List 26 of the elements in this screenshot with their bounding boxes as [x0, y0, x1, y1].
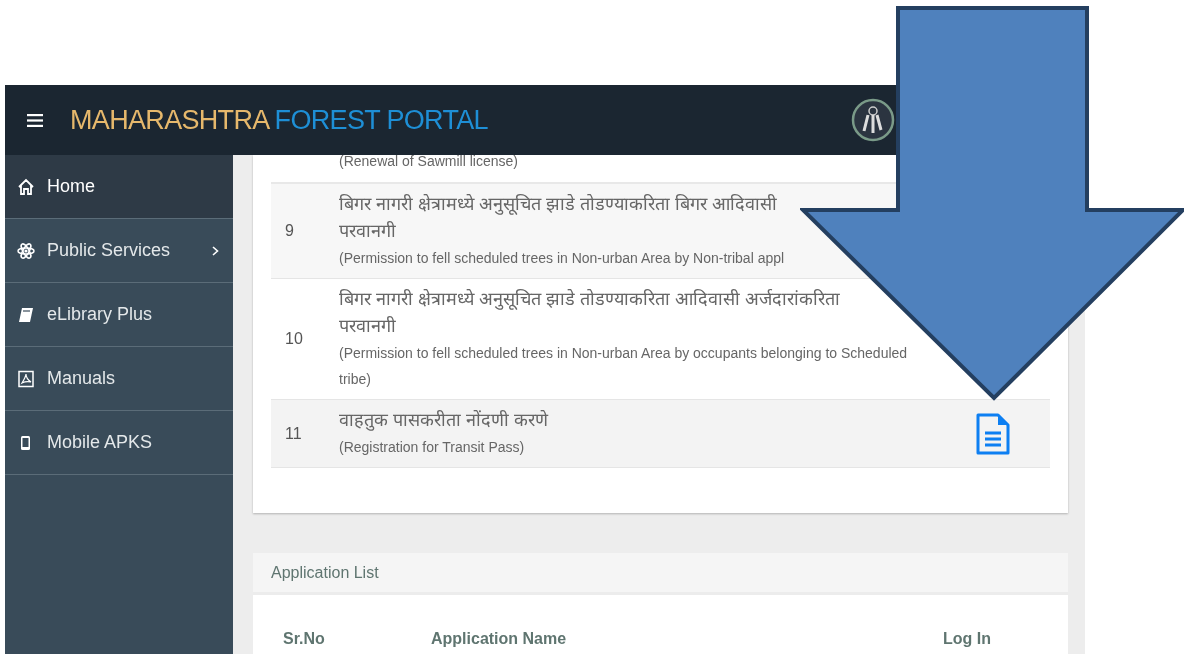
- column-header: Sr.No: [283, 629, 326, 649]
- brand-title: MAHARASHTRA: [70, 103, 270, 137]
- column-header: Application Name: [431, 629, 568, 649]
- service-marathi-name: परवानगी: [339, 220, 397, 243]
- atom-icon: [17, 241, 35, 260]
- service-english-name: (Renewal of Sawmill license): [339, 155, 518, 171]
- service-english-name: (Permission to fell scheduled trees in Non-urban Area by occupants belonging to Scheduled tribe): [339, 344, 909, 389]
- keys-icon[interactable]: [850, 98, 895, 142]
- menu-icon[interactable]: [27, 113, 43, 127]
- book-icon: [17, 305, 35, 324]
- service-english-name: (Permission to fell scheduled trees in Non-urban Area by Non-tribal appl: [339, 249, 786, 268]
- home-icon: [17, 177, 35, 196]
- brand-title: FOREST PORTAL: [274, 103, 488, 137]
- serial-number: 9: [284, 221, 295, 241]
- serial-number: 11: [284, 423, 303, 444]
- service-english-name: (Registration for Transit Pass): [339, 438, 526, 457]
- serial-number: 10: [284, 329, 304, 349]
- panel-title: Application List: [271, 562, 379, 583]
- document-icon[interactable]: [976, 412, 1010, 455]
- service-marathi-name: बिगर नागरी क्षेत्रामध्ये अनुसूचित झाडे तोडण्याकरिता बिगर आदिवासी: [339, 193, 778, 217]
- service-marathi-name: बिगर नागरी क्षेत्रामध्ये अनुसूचित झाडे तोडण्याकरिता आदिवासी अर्जदारांकरिता: [339, 288, 841, 312]
- service-marathi-name: परवानगी: [339, 315, 397, 338]
- sidebar-item[interactable]: Home: [5, 155, 233, 219]
- column-header: Log In: [943, 629, 992, 649]
- document-icon: [17, 369, 35, 388]
- service-marathi-name: वाहतुक पासकरीता नोंदणी करणे: [339, 409, 550, 433]
